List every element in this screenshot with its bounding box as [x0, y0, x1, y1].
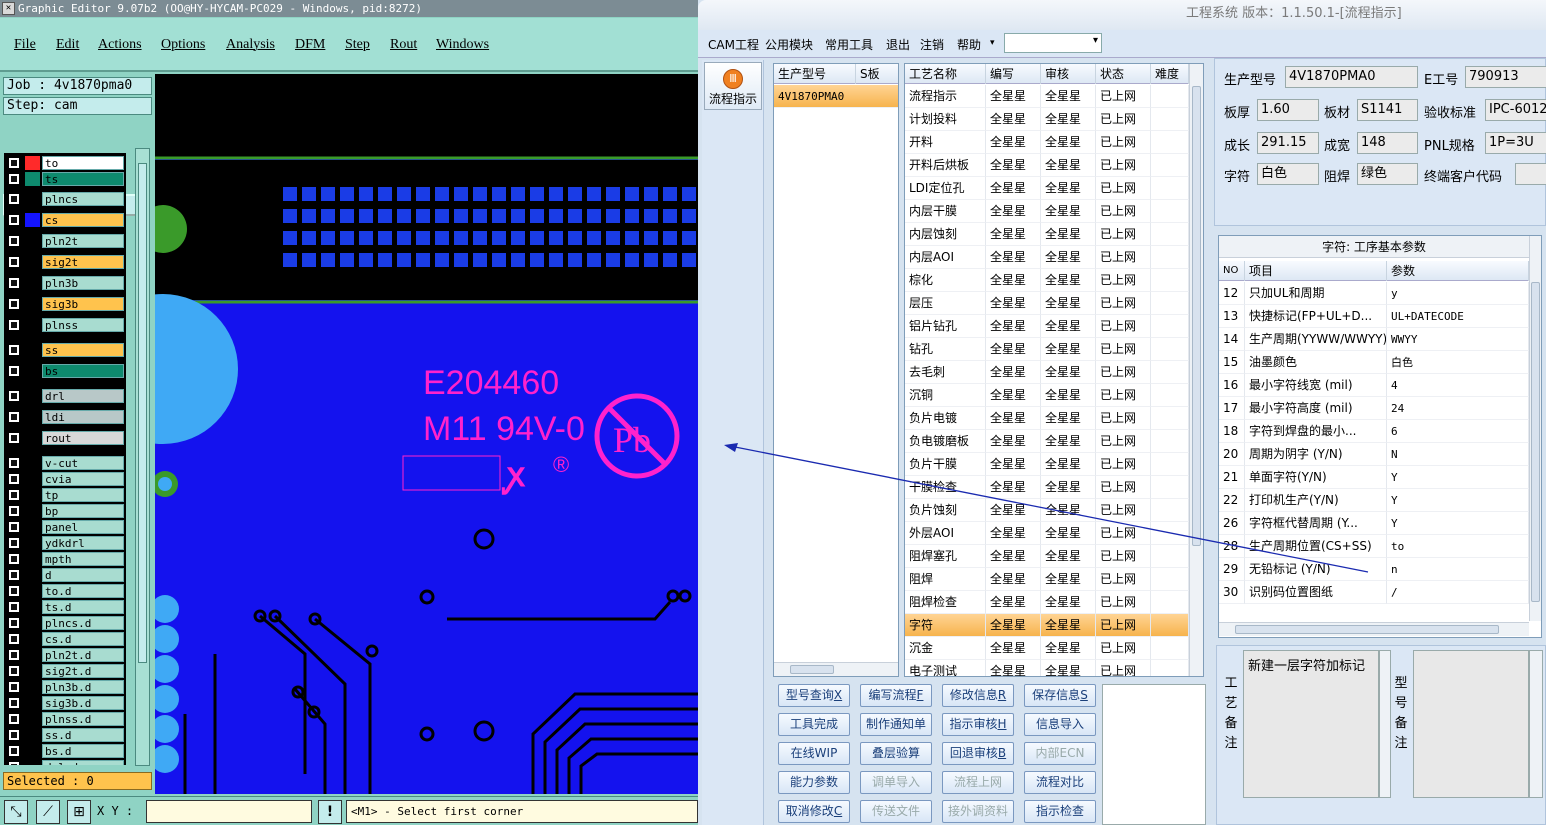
annotation-arrow-head — [724, 443, 738, 452]
annotation-arrow-line — [729, 445, 1369, 573]
annotation-arrow-layer — [724, 443, 1369, 573]
